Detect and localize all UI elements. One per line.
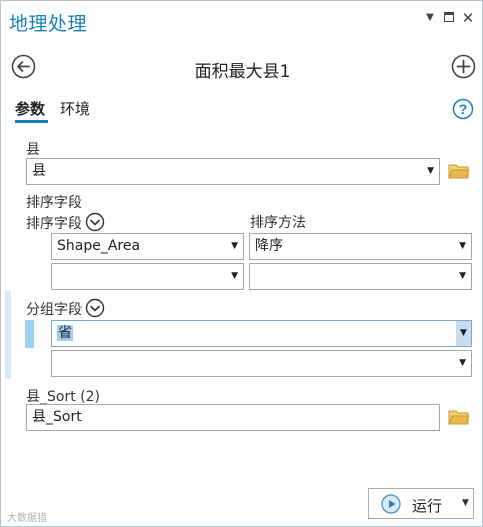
- active-parameter-marker: [5, 291, 11, 379]
- sort-method-select-2[interactable]: ▼: [249, 263, 472, 290]
- output-label: 县_Sort (2): [26, 389, 100, 405]
- geoprocessing-pane: 地理处理 ▼ ✕ 面积最大县1 参数 环境 ? 县 县 ▼ 排序字段 排序字段 …: [0, 0, 483, 527]
- run-label: 运行: [412, 497, 443, 515]
- tab-parameters[interactable]: 参数: [15, 98, 45, 119]
- play-icon: [381, 494, 401, 514]
- close-icon[interactable]: ✕: [460, 10, 476, 26]
- expand-chevron-icon[interactable]: [85, 212, 105, 232]
- sort-field-select-1[interactable]: Shape_Area ▼: [51, 233, 244, 260]
- sort-field-select-2[interactable]: ▼: [51, 263, 244, 290]
- sort-method-column-label: 排序方法: [250, 215, 306, 231]
- output-input[interactable]: 县_Sort: [26, 404, 440, 431]
- sort-fields-group-label: 排序字段: [26, 195, 82, 211]
- svg-text:?: ?: [459, 101, 468, 117]
- add-plus-icon[interactable]: [451, 54, 476, 79]
- group-field-select-2[interactable]: ▼: [51, 350, 472, 377]
- tab-environments[interactable]: 环境: [60, 98, 90, 119]
- chevron-down-icon: ▼: [427, 166, 434, 176]
- chevron-down-icon: ▼: [456, 321, 471, 346]
- chevron-down-icon: ▼: [231, 241, 238, 251]
- folder-browse-icon[interactable]: [448, 162, 470, 180]
- active-tab-indicator: [15, 120, 48, 123]
- sort-field-column-label: 排序字段: [26, 212, 105, 233]
- maximize-icon[interactable]: [441, 10, 457, 26]
- run-button[interactable]: 运行 ▼: [368, 488, 474, 519]
- chevron-down-icon[interactable]: ▼: [462, 498, 469, 508]
- expand-chevron-icon[interactable]: [85, 298, 105, 318]
- county-value: 县: [32, 163, 46, 179]
- pane-title-bar: 地理处理 ▼ ✕: [1, 1, 482, 37]
- chevron-down-icon: ▼: [459, 241, 466, 251]
- tool-title: 面积最大县1: [194, 62, 291, 82]
- pane-options-icon[interactable]: ▼: [422, 10, 438, 26]
- pane-title: 地理处理: [9, 13, 88, 35]
- group-field-select-1[interactable]: 省 ▼: [51, 320, 472, 347]
- county-label: 县: [26, 142, 40, 158]
- watermark: 大数据猎: [7, 513, 47, 524]
- selected-row-marker: [25, 320, 34, 348]
- help-icon[interactable]: ?: [452, 98, 474, 120]
- chevron-down-icon: ▼: [459, 271, 466, 281]
- group-fields-label: 分组字段: [26, 298, 105, 319]
- county-input[interactable]: 县 ▼: [26, 158, 440, 185]
- folder-browse-icon[interactable]: [448, 408, 470, 426]
- sort-method-select-1[interactable]: 降序 ▼: [249, 233, 472, 260]
- chevron-down-icon: ▼: [459, 358, 466, 368]
- chevron-down-icon: ▼: [231, 271, 238, 281]
